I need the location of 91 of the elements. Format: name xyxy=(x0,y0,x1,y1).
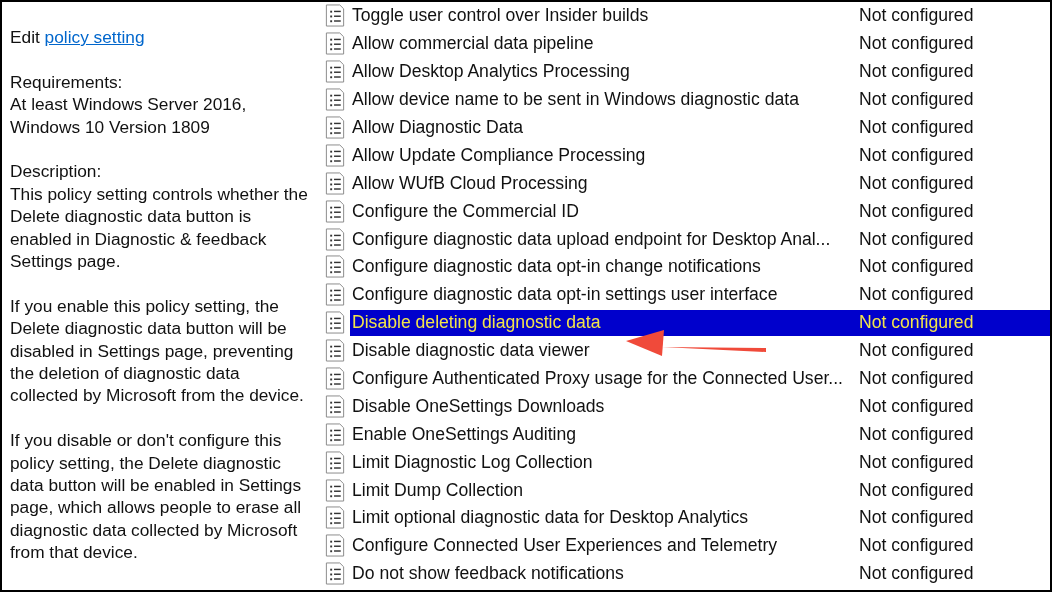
policy-row[interactable]: Enable OneSettings Auditing Not configured xyxy=(350,421,1050,448)
policy-name: Toggle user control over Insider builds xyxy=(351,5,649,27)
policy-row[interactable]: Configure diagnostic data opt-in settings user interface Not configured xyxy=(350,281,1050,308)
policy-name: Configure diagnostic data opt-in change notifications xyxy=(351,256,761,278)
policy-icon xyxy=(324,367,346,390)
policy-row[interactable]: Allow device name to be sent in Windows diagnostic data Not configured xyxy=(350,86,1050,113)
policy-state: Not configured xyxy=(859,395,975,417)
policy-name: Allow device name to be sent in Windows diagnostic data xyxy=(351,89,799,111)
policy-name: Disable diagnostic data viewer xyxy=(351,340,590,362)
policy-row[interactable]: Limit optional diagnostic data for Desktop Analytics Not configured xyxy=(350,504,1050,531)
policy-name: Limit Dump Collection xyxy=(351,479,524,501)
policy-row[interactable]: Do not show feedback notifications Not configured xyxy=(350,560,1050,587)
policy-row[interactable]: Allow Desktop Analytics Processing Not configured xyxy=(350,58,1050,85)
policy-name: Configure diagnostic data opt-in settings user interface xyxy=(351,284,778,306)
policy-state: Not configured xyxy=(859,340,975,362)
policy-name: Allow Update Compliance Processing xyxy=(351,144,646,166)
policy-setting-link[interactable]: policy setting xyxy=(44,27,145,47)
policy-icon xyxy=(324,450,346,474)
policy-state: Not configured xyxy=(859,117,975,138)
policy-row[interactable]: Toggle user control over Insider builds Not configured xyxy=(350,2,1050,29)
policy-name: Disable OneSettings Downloads xyxy=(351,395,605,417)
description-label: Description: xyxy=(10,160,103,183)
description-paragraph: If you enable this policy setting, the Delete diagnostic data button will be disabled in Settings page, preventing the deletion of diagnostic data collected by Microsoft from the device. xyxy=(10,294,305,407)
policy-name: Allow Desktop Analytics Processing xyxy=(351,61,630,83)
policy-icon xyxy=(324,255,346,279)
policy-state: Not configured xyxy=(859,479,975,501)
policy-state: Not configured xyxy=(859,507,975,529)
policy-name: Do not show feedback notifications xyxy=(351,563,624,585)
description-paragraph: This policy setting controls whether the Delete diagnostic data button is enabled in Diagnostic & feedback Settings page. xyxy=(10,182,309,273)
edit-label: Edit xyxy=(10,27,40,47)
policy-icon xyxy=(324,506,346,530)
policy-state: Not configured xyxy=(859,228,975,250)
policy-state: Not configured xyxy=(859,368,975,389)
policy-state: Not configured xyxy=(859,451,975,473)
policy-icon xyxy=(324,227,346,251)
policy-row[interactable]: Limit Diagnostic Log Collection Not configured xyxy=(350,449,1050,476)
policy-icon xyxy=(324,60,346,84)
policy-name: Configure the Commercial ID xyxy=(351,200,579,222)
policy-name: Disable deleting diagnostic data xyxy=(351,312,601,334)
policy-row[interactable]: Configure diagnostic data opt-in change notifications Not configured xyxy=(350,253,1050,280)
policy-row[interactable]: Configure Connected User Experiences and Telemetry Not configured xyxy=(350,532,1050,559)
policy-row[interactable]: Configure the Commercial ID Not configured xyxy=(350,198,1050,225)
policy-name: Limit Diagnostic Log Collection xyxy=(351,451,593,473)
policy-state: Not configured xyxy=(859,172,975,194)
policy-icon xyxy=(324,171,346,195)
policy-icon xyxy=(324,478,346,502)
policy-state: Not configured xyxy=(859,423,975,445)
policy-state: Not configured xyxy=(859,61,975,83)
policy-row[interactable]: Disable deleting diagnostic data Not configured xyxy=(350,309,1050,336)
policy-state: Not configured xyxy=(859,256,975,278)
policy-icon xyxy=(324,534,346,558)
policy-name: Configure Connected User Experiences and Telemetry xyxy=(351,535,778,557)
requirements-text: At least Windows Server 2016, Windows 10 Version 1809 xyxy=(10,93,248,138)
policy-name: Configure Authenticated Proxy usage for the Connected User... xyxy=(351,368,843,389)
policy-state: Not configured xyxy=(859,312,975,334)
policy-name: Configure diagnostic data upload endpoint for Desktop Anal... xyxy=(351,228,831,250)
policy-name: Limit optional diagnostic data for Desktop Analytics xyxy=(351,507,749,529)
policy-row[interactable]: Allow Update Compliance Processing Not configured xyxy=(350,142,1050,169)
policy-icon xyxy=(324,422,346,446)
policy-row[interactable]: Allow commercial data pipeline Not configured xyxy=(350,30,1050,57)
policy-state: Not configured xyxy=(859,563,975,585)
policy-icon xyxy=(324,394,346,418)
policy-state: Not configured xyxy=(859,5,975,27)
policy-icon xyxy=(324,143,346,167)
policy-row[interactable]: Allow Diagnostic Data Not configured xyxy=(350,114,1050,141)
policy-name: Allow commercial data pipeline xyxy=(351,33,594,55)
policy-row[interactable]: Disable diagnostic data viewer Not configured xyxy=(350,337,1050,364)
policy-name: Allow Diagnostic Data xyxy=(351,117,524,138)
policy-name: Enable OneSettings Auditing xyxy=(351,423,576,445)
requirements-label: Requirements: xyxy=(10,70,124,94)
policy-icon xyxy=(324,283,346,307)
policy-state: Not configured xyxy=(859,284,975,306)
policy-row[interactable]: Configure Authenticated Proxy usage for the Connected User... Not configured xyxy=(350,365,1050,392)
policy-icon xyxy=(324,339,346,363)
policy-state: Not configured xyxy=(859,200,975,222)
policy-row[interactable]: Limit Dump Collection Not configured xyxy=(350,477,1050,504)
policy-state: Not configured xyxy=(859,89,975,111)
policy-row[interactable]: Disable OneSettings Downloads Not configured xyxy=(350,393,1050,420)
policy-icon xyxy=(324,88,346,112)
policy-state: Not configured xyxy=(859,33,975,55)
policy-row[interactable]: Configure diagnostic data upload endpoint for Desktop Anal... Not configured xyxy=(350,226,1050,253)
policy-state: Not configured xyxy=(859,144,975,166)
policy-state: Not configured xyxy=(859,535,975,557)
policy-row[interactable]: Allow WUfB Cloud Processing Not configured xyxy=(350,170,1050,197)
policy-name: Allow WUfB Cloud Processing xyxy=(351,172,588,194)
policy-icon xyxy=(324,562,346,586)
policy-icon xyxy=(324,199,346,223)
policy-icon xyxy=(324,311,346,335)
policy-icon xyxy=(324,116,346,139)
policy-icon xyxy=(324,32,346,56)
description-paragraph: If you disable or don't configure this policy setting, the Delete diagnostic data button will be enabled in Settings page, which allows people to erase all diagnostic data collected by Microsoft from that device. xyxy=(10,429,303,564)
